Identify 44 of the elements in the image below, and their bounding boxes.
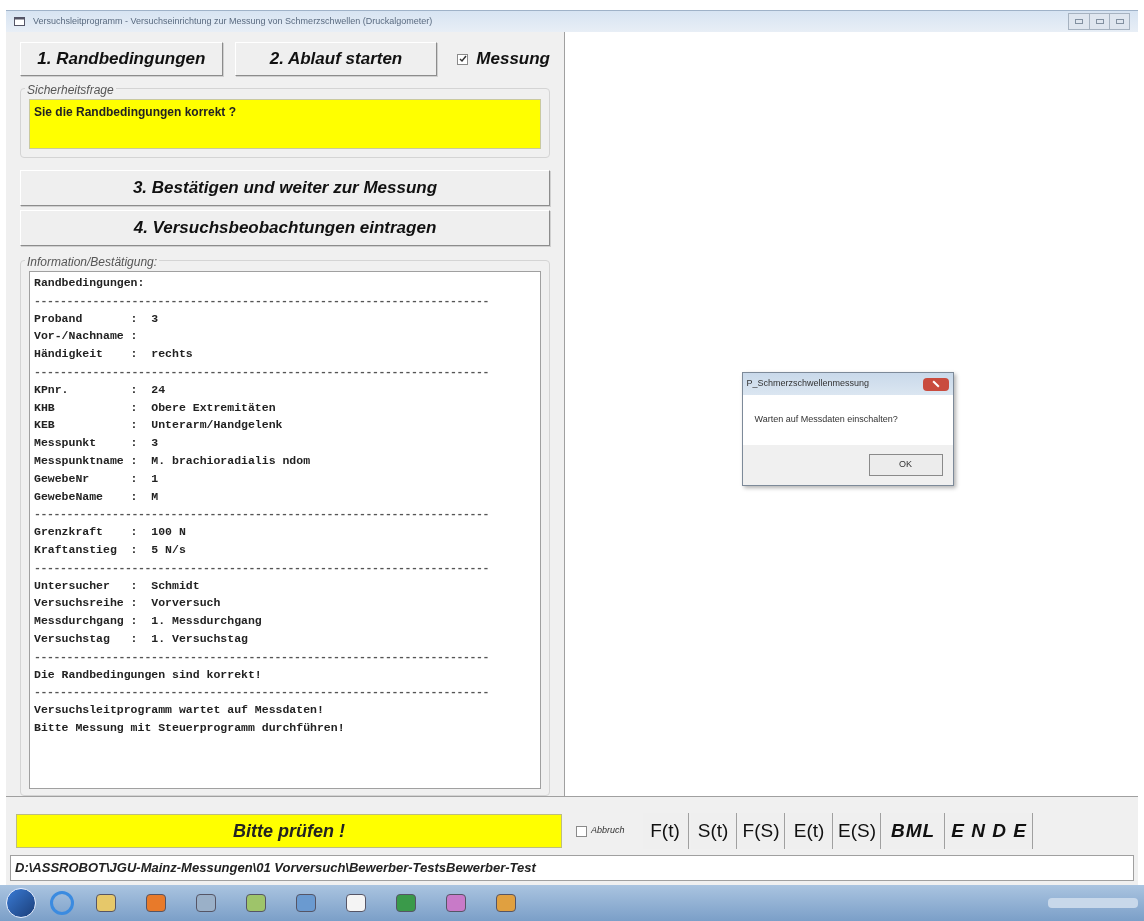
window-icon — [14, 17, 25, 26]
info-line: Bitte Messung mit Steuerprogramm durchführen! — [34, 719, 346, 736]
info-line: Kraftanstieg : 5 N/s — [34, 541, 187, 558]
ok-button[interactable]: OK — [868, 454, 943, 476]
confirm-button[interactable]: 3. Bestätigen und weiter zur Messung — [20, 170, 550, 206]
info-line: Messpunkt : 3 — [34, 435, 160, 452]
separator-text: ---------------------------------------------------------------------- — [34, 506, 491, 523]
observations-button[interactable]: 4. Versuchsbeobachtungen eintragen — [20, 210, 550, 246]
separator-text: ---------------------------------------------------------------------- — [34, 559, 491, 576]
info-line: Proband : 3 — [34, 310, 160, 327]
window-title: Versuchsleitprogramm - Versuchseinrichtung zur Messung von Schmerzschwellen (Druckalgometer) — [33, 14, 433, 28]
separator-text: ---------------------------------------------------------------------- — [34, 684, 491, 701]
info-line: Die Randbedingungen sind korrekt! — [34, 666, 263, 683]
info-line: Versuchstag : 1. Versuchstag — [34, 630, 249, 647]
path-field: D:\ASSROBOT\JGU-Mainz-Messungen\01 Vorversuch\Bewerber-TestsBewerber-Test — [10, 855, 1134, 881]
info-line: GewebeName : M — [34, 488, 160, 505]
info-line: Vor-/Nachname : — [34, 328, 139, 345]
separator-text: ---------------------------------------------------------------------- — [34, 364, 491, 380]
step-button[interactable]: 2. Ablauf starten — [234, 42, 438, 76]
dialog-title: P_Schmerzschwellenmessung — [746, 377, 871, 391]
info-line: Untersucher : Schmidt — [34, 577, 201, 594]
status-message: Bitte prüfen ! — [16, 814, 562, 848]
checkbox[interactable] — [457, 53, 469, 65]
check-icon — [458, 55, 467, 63]
info-line: GewebeNr : 1 — [34, 470, 160, 487]
separator-text: ---------------------------------------------------------------------- — [34, 292, 491, 309]
step-button[interactable]: 1. Randbedingungen — [20, 42, 223, 76]
info-line: KHB : Obere Extremitäten — [34, 399, 277, 416]
checkbox-label: Abbruch — [591, 824, 625, 838]
question-field: Sie die Randbedingungen korrekt ? — [29, 99, 541, 149]
info-line: Messdurchgang : 1. Messdurchgang — [34, 613, 263, 630]
separator-text: ---------------------------------------------------------------------- — [34, 648, 491, 665]
info-line: Händigkeit : rechts — [34, 346, 194, 363]
checkbox[interactable] — [576, 825, 587, 837]
info-line: Randbedingungen: — [34, 275, 146, 291]
dialog-message: Warten auf Messdaten einschalten? — [754, 413, 898, 427]
info-line: Versuchsleitprogramm wartet auf Messdaten! — [34, 702, 325, 719]
info-line: Versuchsreihe : Vorversuch — [34, 595, 222, 612]
start-button[interactable] — [6, 888, 36, 918]
checkbox-label: Messung — [476, 48, 550, 71]
info-line: KEB : Unterarm/Handgelenk — [34, 417, 284, 434]
info-line: Messpunktname : M. brachioradialis ndom — [34, 452, 312, 469]
info-line: Grenzkraft : 100 N — [34, 524, 187, 541]
info-line: KPnr. : 24 — [34, 381, 167, 398]
